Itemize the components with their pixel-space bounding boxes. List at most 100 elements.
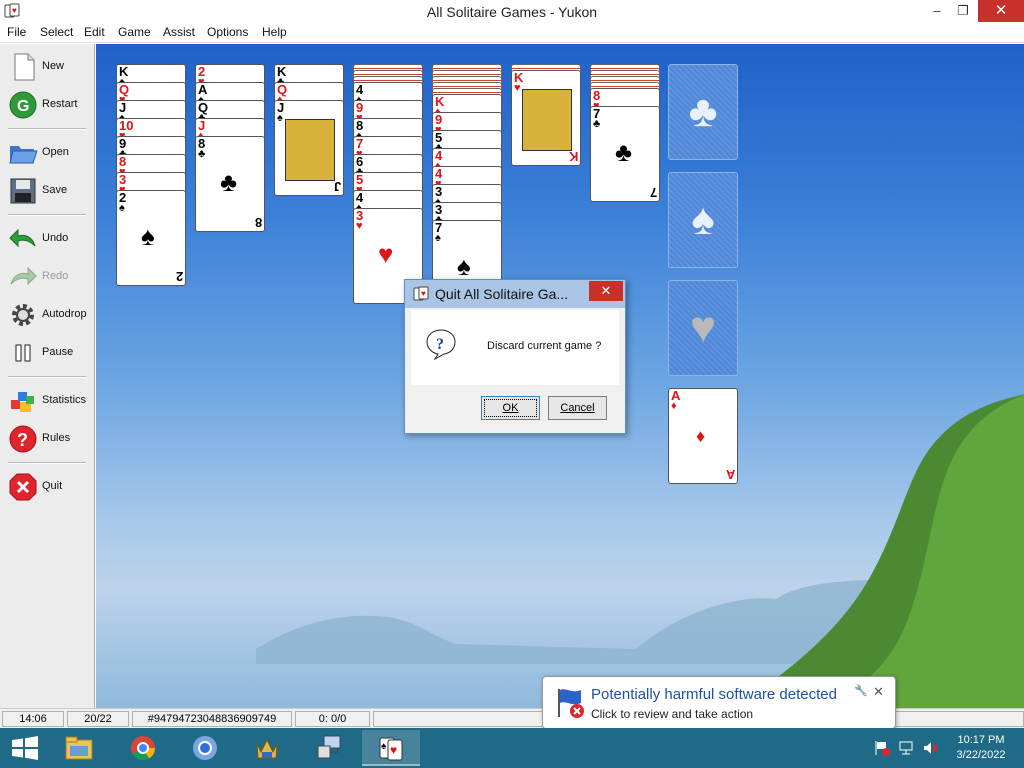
card-pip-icon: ♣: [220, 167, 238, 197]
card-pip-icon: ♠: [457, 251, 471, 281]
volume-muted-icon[interactable]: [922, 740, 938, 756]
solitaire-icon: ♥♠: [379, 737, 403, 761]
toolbar: New G Restart Open Save Undo Redo Autodr…: [0, 44, 95, 708]
ok-button[interactable]: OK: [481, 396, 540, 420]
taskbar-solitaire[interactable]: ♥ ♠: [362, 730, 420, 766]
cancel-button[interactable]: Cancel: [548, 396, 607, 420]
menu-select[interactable]: Select: [40, 25, 73, 39]
toolbar-separator: [8, 214, 86, 216]
foundation-slot[interactable]: ♠: [668, 172, 738, 268]
crown-icon: [256, 738, 278, 759]
save-button[interactable]: Save: [4, 174, 90, 208]
new-label: New: [42, 60, 65, 72]
menu-help[interactable]: Help: [262, 25, 287, 39]
clock-date: 3/22/2022: [956, 749, 1006, 761]
toolbar-separator: [8, 376, 86, 378]
status-progress: 20/22: [67, 711, 129, 727]
menu-bar: File Select Edit Game Assist Options Hel…: [0, 23, 1024, 43]
foundation-slot[interactable]: ♣: [668, 64, 738, 160]
chromium-icon: [193, 736, 217, 760]
autodrop-button[interactable]: Autodrop: [4, 298, 90, 332]
card-suit-icon: ♦: [671, 400, 677, 412]
new-button[interactable]: New: [4, 50, 90, 84]
playing-card[interactable]: 7 ♣ ♣ 7: [590, 106, 660, 202]
open-label: Open: [42, 146, 69, 158]
quit-x-icon: [9, 473, 37, 501]
network-tray-icon[interactable]: [898, 740, 914, 756]
pin-icon[interactable]: 🔧: [854, 684, 868, 697]
maximize-icon: ❐: [957, 3, 969, 18]
redo-button[interactable]: Redo: [4, 260, 90, 294]
heart-icon: ♥: [689, 303, 717, 352]
face-card-art: [285, 119, 335, 181]
svg-text:♠: ♠: [381, 741, 387, 752]
dialog-body: ? Discard current game ?: [411, 310, 619, 385]
card-suit-icon: ♠: [277, 112, 283, 124]
foundation-card[interactable]: A ♦ ♦ A: [668, 388, 738, 484]
save-disk-icon: [10, 178, 36, 204]
card-pip-icon: ♥: [378, 239, 394, 269]
card-suit-icon: ♠: [119, 202, 125, 214]
status-seed: #9479472304883690974​9: [132, 711, 292, 727]
pause-label: Pause: [42, 346, 74, 358]
dialog-close-button[interactable]: ✕: [589, 281, 623, 301]
security-flag-icon: [558, 689, 584, 718]
card-rank-corner: K: [568, 149, 578, 164]
card-rank-corner: A: [725, 467, 735, 482]
security-notification[interactable]: Potentially harmful software detected Cl…: [542, 676, 896, 738]
notification-title: Potentially harmful software detected: [591, 686, 837, 703]
taskbar-clock[interactable]: 10:17 PM 3/22/2022: [944, 733, 1018, 763]
card-suit-icon: ♣: [198, 148, 206, 160]
save-label: Save: [42, 184, 68, 196]
pause-button[interactable]: Pause: [4, 336, 90, 370]
close-icon: ✕: [600, 283, 612, 298]
window-title: All Solitaire Games - Yukon: [426, 4, 598, 20]
title-bar: ♥ All Solitaire Games - Yukon – ❐ ✕: [0, 0, 1024, 23]
gear-icon: [12, 304, 34, 326]
card-rank-corner: J: [333, 179, 341, 194]
taskbar-chrome[interactable]: [114, 730, 172, 766]
notification-close-icon[interactable]: ✕: [873, 684, 884, 700]
foundation-slot[interactable]: ♥: [668, 280, 738, 376]
club-icon: ♣: [688, 87, 718, 136]
menu-game[interactable]: Game: [118, 25, 151, 39]
open-button[interactable]: Open: [4, 136, 90, 170]
menu-edit[interactable]: Edit: [84, 25, 105, 39]
undo-button[interactable]: Undo: [4, 222, 90, 256]
playing-card[interactable]: 8 ♣ ♣ 8: [195, 136, 265, 232]
playing-card[interactable]: K ♥ K: [511, 70, 581, 166]
menu-assist[interactable]: Assist: [163, 25, 195, 39]
card-pip-icon: ♦: [696, 426, 706, 446]
restart-label: Restart: [42, 98, 78, 110]
restart-button[interactable]: G Restart: [4, 88, 90, 122]
status-time: 14:06: [2, 711, 64, 727]
restart-icon: G: [9, 91, 37, 119]
taskbar-file-explorer[interactable]: [50, 730, 108, 766]
security-alert-tray-icon[interactable]: [874, 740, 890, 756]
playing-card[interactable]: 2 ♠ ♠ 2: [116, 190, 186, 286]
taskbar-app-chess[interactable]: [238, 730, 296, 766]
start-button[interactable]: [0, 728, 50, 768]
taskbar-chromium[interactable]: [176, 730, 234, 766]
maximize-button[interactable]: ❐: [948, 0, 978, 22]
card-pip-icon: ♠: [141, 221, 155, 251]
background-hill: [734, 394, 1024, 708]
chrome-icon: [131, 736, 155, 761]
dialog-title: Quit All Solitaire Ga...: [435, 286, 569, 302]
playing-card[interactable]: J ♠ J: [274, 100, 344, 196]
menu-options[interactable]: Options: [207, 25, 248, 39]
quit-button[interactable]: Quit: [4, 470, 90, 504]
menu-file[interactable]: File: [7, 25, 26, 39]
svg-text:♥: ♥: [390, 743, 397, 757]
svg-text:♥: ♥: [421, 289, 426, 298]
quit-label: Quit: [42, 480, 63, 492]
card-rank-corner: 8: [254, 215, 262, 230]
dialog-app-icon: ♥: [413, 286, 429, 301]
close-button[interactable]: ✕: [978, 0, 1024, 22]
statistics-button[interactable]: Statistics: [4, 384, 90, 418]
rules-button[interactable]: ? Rules: [4, 422, 90, 456]
pause-icon: [15, 344, 31, 362]
card-rank-corner: 2: [175, 269, 183, 284]
taskbar-app-network[interactable]: [300, 730, 358, 766]
clock-time: 10:17 PM: [957, 734, 1005, 746]
